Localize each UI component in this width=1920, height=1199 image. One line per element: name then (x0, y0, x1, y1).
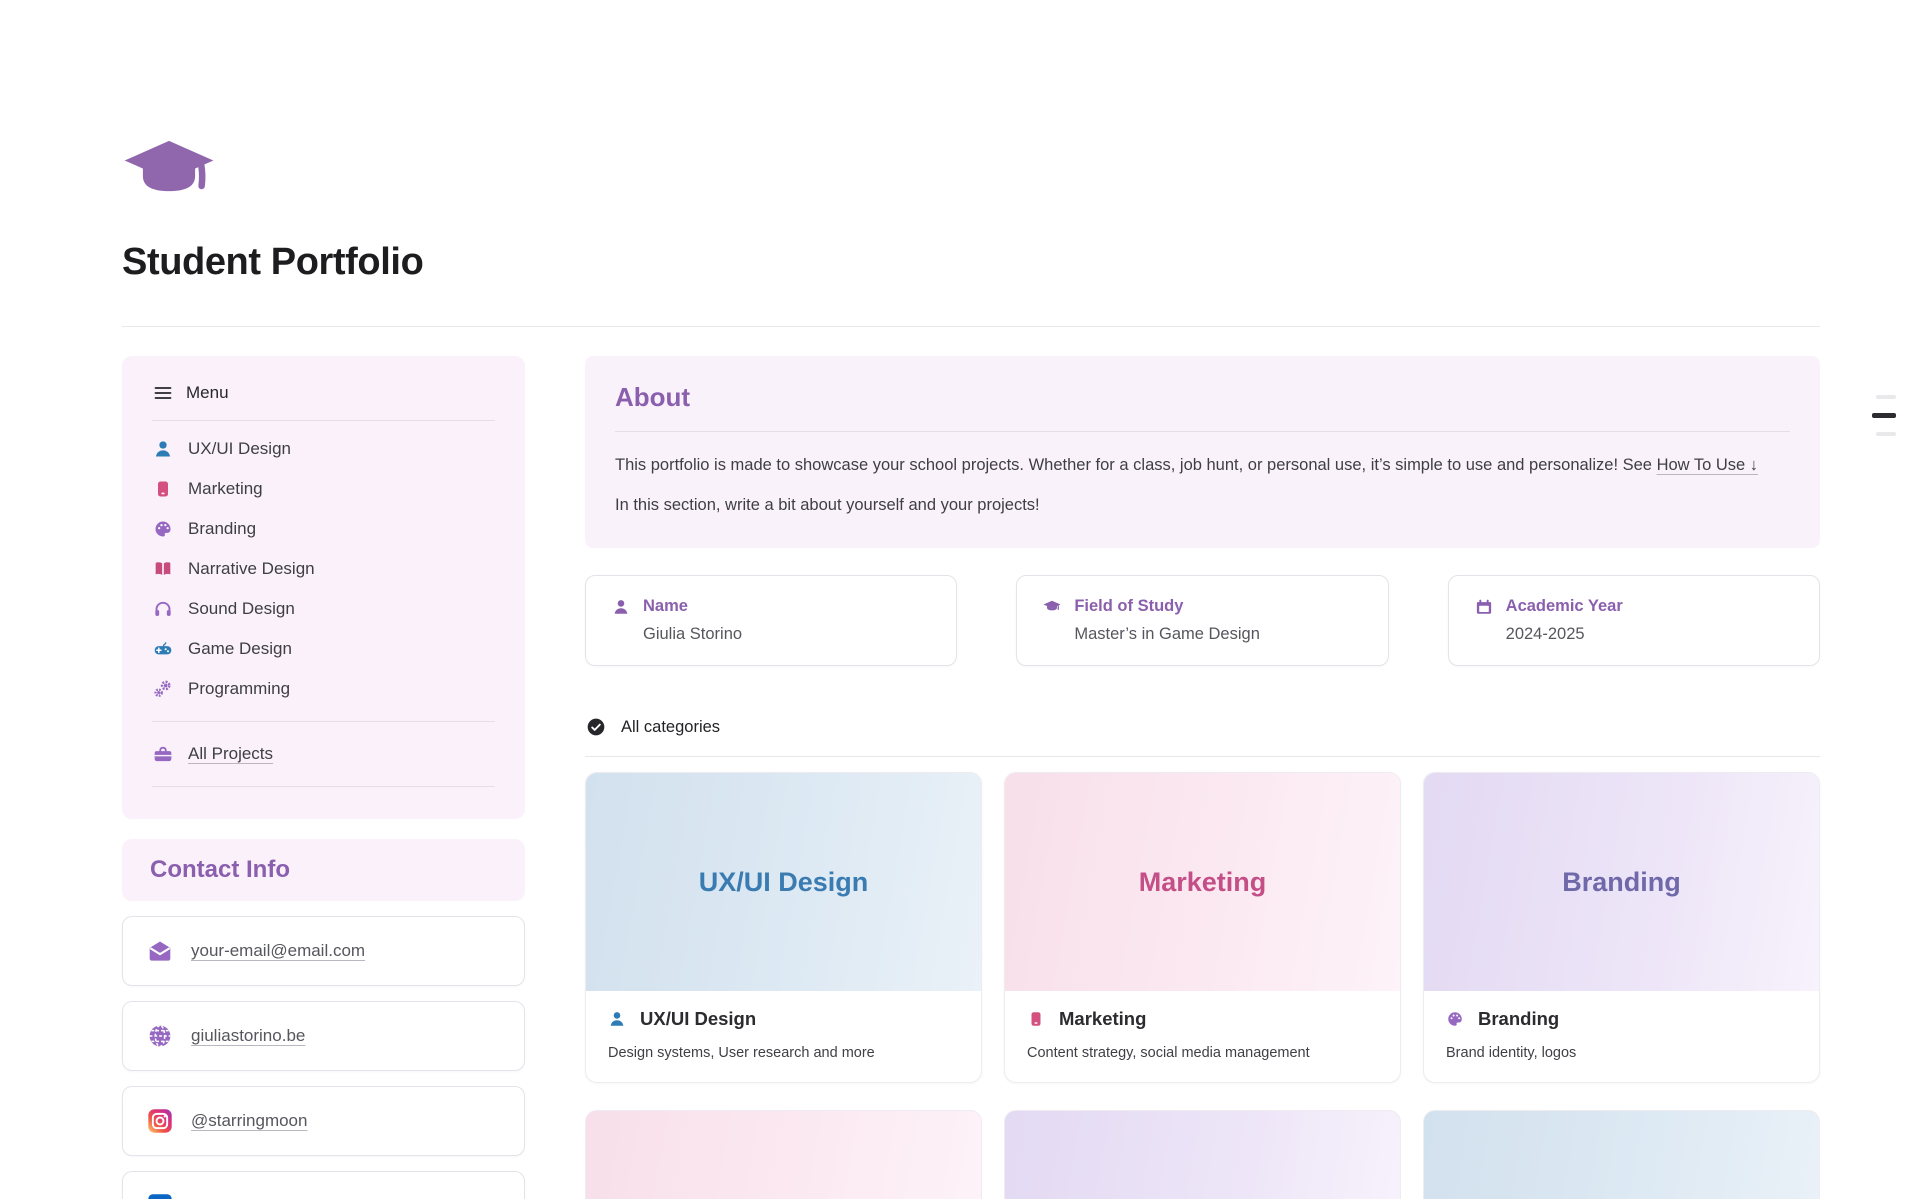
person-icon (608, 1010, 626, 1028)
sidebar-item-programming[interactable]: Programming (152, 669, 495, 709)
all-projects-link[interactable]: All Projects (188, 744, 273, 764)
about-paragraph-2: In this section, write a bit about yours… (615, 492, 1790, 519)
category-cards-row: UX/UI Design UX/UI Design Design systems… (585, 772, 1820, 1083)
person-icon (152, 438, 174, 460)
sidebar-item-narrative-design[interactable]: Narrative Design (152, 549, 495, 589)
open-book-icon (152, 558, 174, 580)
info-card-field-of-study[interactable]: Field of Study Master’s in Game Design (1016, 575, 1388, 666)
sidebar-item-branding[interactable]: Branding (152, 509, 495, 549)
palette-icon (152, 518, 174, 540)
linkedin-icon: in (147, 1193, 173, 1199)
category-card-cover: Branding (1424, 773, 1819, 991)
sidebar-item-label: Narrative Design (188, 559, 315, 579)
all-categories-label: All categories (621, 718, 720, 737)
info-card-value: Master’s in Game Design (1074, 625, 1361, 644)
category-card-subtitle: Design systems, User research and more (608, 1045, 959, 1061)
menu-divider (152, 786, 495, 787)
menu-divider (152, 721, 495, 722)
toolbox-icon (152, 743, 174, 765)
outline-bar-active[interactable] (1872, 413, 1896, 418)
contact-card-website[interactable]: giuliastorino.be (122, 1001, 525, 1071)
category-card-branding[interactable]: Branding Branding Brand identity, logos (1423, 772, 1820, 1083)
gears-icon (152, 678, 174, 700)
menu-box: Menu UX/UI Design Marketing (122, 356, 525, 819)
title-divider (122, 326, 1820, 327)
category-card-subtitle: Brand identity, logos (1446, 1045, 1797, 1061)
palette-icon (1446, 1010, 1464, 1028)
info-card-label: Academic Year (1506, 597, 1623, 616)
category-card-title: UX/UI Design (640, 1008, 756, 1030)
category-card-title: Branding (1478, 1008, 1559, 1030)
calendar-icon (1475, 598, 1493, 616)
sidebar-item-label: Game Design (188, 639, 292, 659)
menu-header: Menu (152, 382, 495, 404)
globe-icon (147, 1023, 173, 1049)
info-card-label: Field of Study (1074, 597, 1183, 616)
about-section: About This portfolio is made to showcase… (585, 356, 1820, 548)
sidebar-item-label: Marketing (188, 479, 263, 499)
headphones-icon (152, 598, 174, 620)
sidebar-item-label: Branding (188, 519, 256, 539)
graduation-cap-icon (1043, 598, 1061, 616)
info-cards-row: Name Giulia Storino Field of Study Maste… (585, 575, 1820, 666)
outline-bar[interactable] (1876, 432, 1896, 436)
portfolio-page: Student Portfolio Menu UX/UI Design (0, 137, 1920, 1199)
website-link[interactable]: giuliastorino.be (191, 1026, 305, 1046)
category-card-marketing[interactable]: Marketing Marketing Content strategy, so… (1004, 772, 1401, 1083)
info-card-name[interactable]: Name Giulia Storino (585, 575, 957, 666)
email-icon (147, 938, 173, 964)
graduation-cap-icon (122, 137, 216, 209)
instagram-icon (147, 1108, 173, 1134)
sidebar-item-all-projects[interactable]: All Projects (152, 734, 495, 774)
category-card-partial[interactable] (1004, 1110, 1401, 1199)
all-categories-filter[interactable]: All categories (585, 716, 1820, 738)
book-icon (152, 478, 174, 500)
outline-bar[interactable] (1876, 395, 1896, 399)
info-card-label: Name (643, 597, 688, 616)
info-card-value: Giulia Storino (643, 625, 930, 644)
main-content: About This portfolio is made to showcase… (585, 356, 1820, 1199)
category-card-title: Marketing (1059, 1008, 1146, 1030)
sidebar-item-label: Programming (188, 679, 290, 699)
category-card-cover: Marketing (1005, 773, 1400, 991)
sidebar-item-label: UX/UI Design (188, 439, 291, 459)
info-card-academic-year[interactable]: Academic Year 2024-2025 (1448, 575, 1820, 666)
sidebar-item-uxui-design[interactable]: UX/UI Design (152, 429, 495, 469)
contact-card-linkedin[interactable]: in Giulia Storino (122, 1171, 525, 1199)
category-card-cover: UX/UI Design (586, 773, 981, 991)
filter-divider (585, 756, 1820, 757)
sidebar-item-label: Sound Design (188, 599, 295, 619)
about-paragraph-1: This portfolio is made to showcase your … (615, 452, 1790, 479)
category-card-partial[interactable] (1423, 1110, 1820, 1199)
email-link[interactable]: your-email@email.com (191, 941, 365, 961)
contact-info-heading: Contact Info (150, 856, 497, 884)
menu-divider (152, 420, 495, 421)
info-card-value: 2024-2025 (1506, 625, 1793, 644)
about-heading: About (615, 382, 1790, 413)
menu-label: Menu (186, 383, 229, 403)
contact-info-box: Contact Info (122, 839, 525, 901)
category-card-partial[interactable] (585, 1110, 982, 1199)
contact-card-email[interactable]: your-email@email.com (122, 916, 525, 986)
page-title: Student Portfolio (122, 241, 1820, 284)
sidebar-item-marketing[interactable]: Marketing (152, 469, 495, 509)
about-text: This portfolio is made to showcase your … (615, 456, 1657, 474)
page-outline-widget[interactable] (1872, 395, 1896, 436)
sidebar-item-sound-design[interactable]: Sound Design (152, 589, 495, 629)
instagram-link[interactable]: @starringmoon (191, 1111, 307, 1131)
check-circle-icon (585, 716, 607, 738)
category-card-subtitle: Content strategy, social media managemen… (1027, 1045, 1378, 1061)
contact-card-instagram[interactable]: @starringmoon (122, 1086, 525, 1156)
category-cards-row-partial (585, 1110, 1820, 1199)
category-card-uxui-design[interactable]: UX/UI Design UX/UI Design Design systems… (585, 772, 982, 1083)
how-to-use-link[interactable]: How To Use ↓ (1657, 456, 1758, 474)
gamepad-icon (152, 638, 174, 660)
hamburger-icon (152, 382, 174, 404)
sidebar: Menu UX/UI Design Marketing (122, 356, 525, 1199)
about-divider (615, 431, 1790, 432)
person-icon (612, 598, 630, 616)
book-icon (1027, 1010, 1045, 1028)
sidebar-item-game-design[interactable]: Game Design (152, 629, 495, 669)
